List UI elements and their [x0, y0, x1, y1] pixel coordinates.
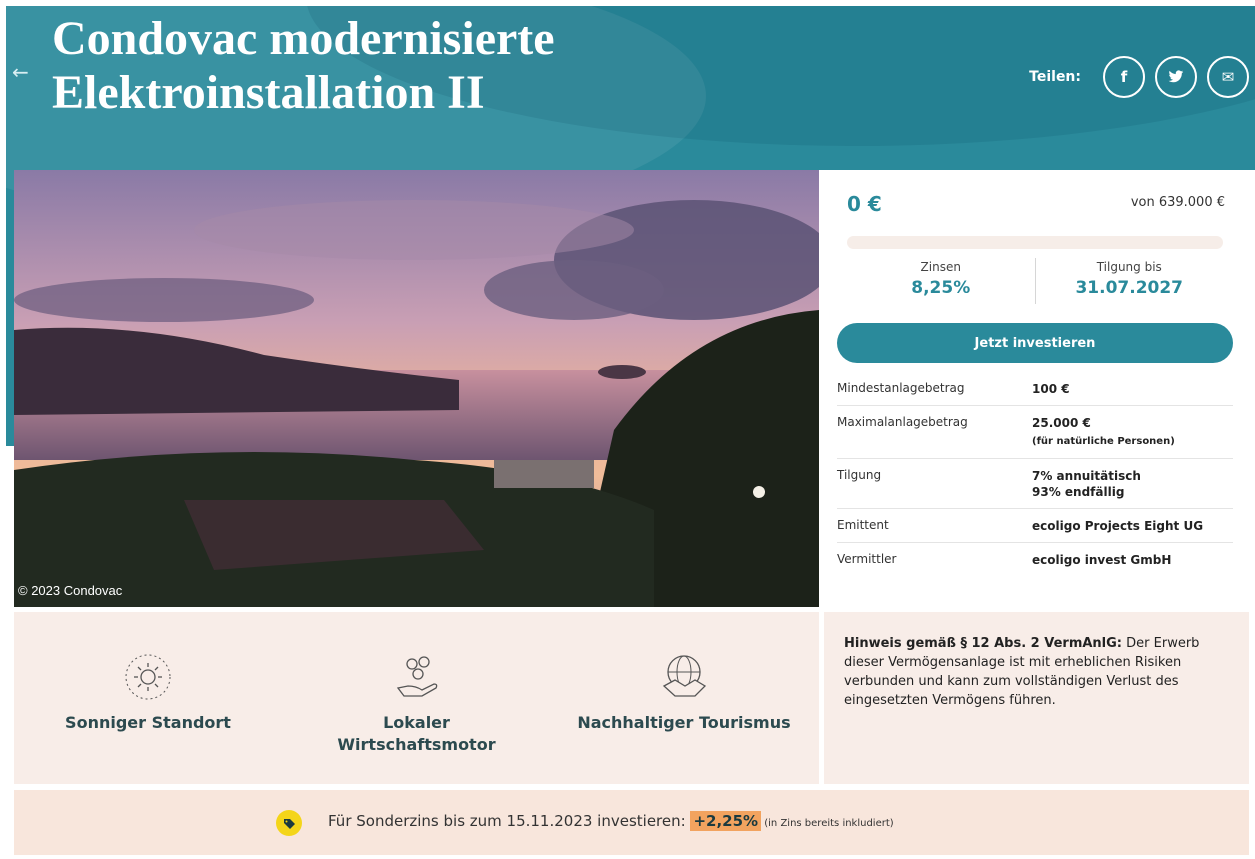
feature-label: Nachhaltiger Tourismus [577, 713, 791, 732]
table-row: Emittent ecoligo Projects Eight UG [837, 509, 1233, 543]
interest-stat: Zinsen 8,25% [847, 258, 1035, 304]
notice-heading: Hinweis gemäß § 12 Abs. 2 VermAnlG: [844, 636, 1123, 651]
table-row: Maximalanlagebetrag 25.000 € (für natürli… [837, 406, 1233, 459]
detail-value: ecoligo Projects Eight UG [1032, 519, 1204, 533]
interest-value: 8,25% [911, 278, 971, 298]
sun-icon [125, 654, 171, 700]
feature-local-economy: Lokaler Wirtschaftsmotor [314, 652, 519, 756]
detail-value: 25.000 € (für natürliche Personen) [1032, 415, 1233, 450]
coins-hand-icon [396, 656, 437, 697]
project-photo: © 2023 Condovac [14, 170, 819, 607]
detail-value-main: 25.000 € [1032, 416, 1091, 430]
detail-value: 100 € [1032, 382, 1070, 396]
table-row: Mindestanlagebetrag 100 € [837, 372, 1233, 406]
detail-key: Vermittler [837, 552, 897, 566]
key-stats: Zinsen 8,25% Tilgung bis 31.07.2027 [847, 258, 1223, 304]
feature-label-line1: Lokaler [383, 713, 450, 732]
twitter-icon[interactable] [1155, 56, 1197, 98]
repayment-stat: Tilgung bis 31.07.2027 [1034, 258, 1224, 304]
investment-panel: 0 € von 639.000 € Zinsen 8,25% Tilgung b… [819, 170, 1255, 607]
table-row: Vermittler ecoligo invest GmbH [837, 543, 1233, 576]
mail-icon[interactable]: ✉ [1207, 56, 1249, 98]
repayment-value: 31.07.2027 [1075, 278, 1184, 298]
features-section: Sonniger Standort Lokaler Wirtschaftsmoto… [14, 612, 819, 784]
feature-label-line2: Wirtschaftsmotor [337, 735, 496, 754]
tag-icon [276, 810, 302, 836]
detail-value-second: 93% endfällig [1032, 485, 1125, 499]
share-label: Teilen: [1029, 69, 1081, 85]
detail-value-main: 7% annuitätisch [1032, 469, 1141, 483]
detail-value-note: (für natürliche Personen) [1032, 436, 1175, 447]
funding-target: von 639.000 € [1130, 195, 1225, 210]
funding-progress-bar [847, 236, 1223, 249]
interest-label: Zinsen [920, 260, 961, 274]
feature-label: Sonniger Standort [65, 713, 231, 732]
details-table: Mindestanlagebetrag 100 € Maximalanlageb… [837, 372, 1233, 576]
funded-amount: 0 € [847, 192, 882, 216]
facebook-icon[interactable]: f [1103, 56, 1145, 98]
detail-value: ecoligo invest GmbH [1032, 553, 1172, 567]
detail-key: Mindestanlagebetrag [837, 381, 965, 395]
detail-key: Emittent [837, 518, 889, 532]
arrow-left-icon[interactable]: ← [12, 62, 29, 82]
banner-text: Für Sonderzins bis zum 15.11.2023 invest… [328, 811, 894, 831]
share-bar: Teilen: f ✉ [1029, 56, 1249, 98]
globe-handshake-icon [662, 655, 707, 697]
table-row: Tilgung 7% annuitätisch 93% endfällig [837, 459, 1233, 509]
detail-key: Tilgung [837, 468, 882, 482]
banner-message: Für Sonderzins bis zum 15.11.2023 invest… [328, 812, 691, 830]
feature-label: Lokaler Wirtschaftsmotor [314, 712, 519, 756]
feature-sustainable-tourism: Nachhaltiger Tourismus [564, 652, 804, 734]
bonus-note: (in Zins bereits inkludiert) [761, 818, 894, 829]
detail-key: Maximalanlagebetrag [837, 415, 968, 429]
page-title: Condovac modernisierte Elektroinstallati… [52, 12, 555, 119]
repayment-label: Tilgung bis [1096, 260, 1162, 274]
bonus-interest-banner: Für Sonderzins bis zum 15.11.2023 invest… [14, 790, 1249, 855]
feature-sunny-location: Sonniger Standort [48, 652, 248, 734]
detail-value: 7% annuitätisch 93% endfällig [1032, 468, 1233, 500]
risk-notice: Hinweis gemäß § 12 Abs. 2 VermAnlG: Der … [824, 612, 1249, 784]
photo-copyright: © 2023 Condovac [18, 583, 123, 598]
invest-now-button[interactable]: Jetzt investieren [837, 323, 1233, 363]
bonus-rate: +2,25% [690, 811, 762, 831]
